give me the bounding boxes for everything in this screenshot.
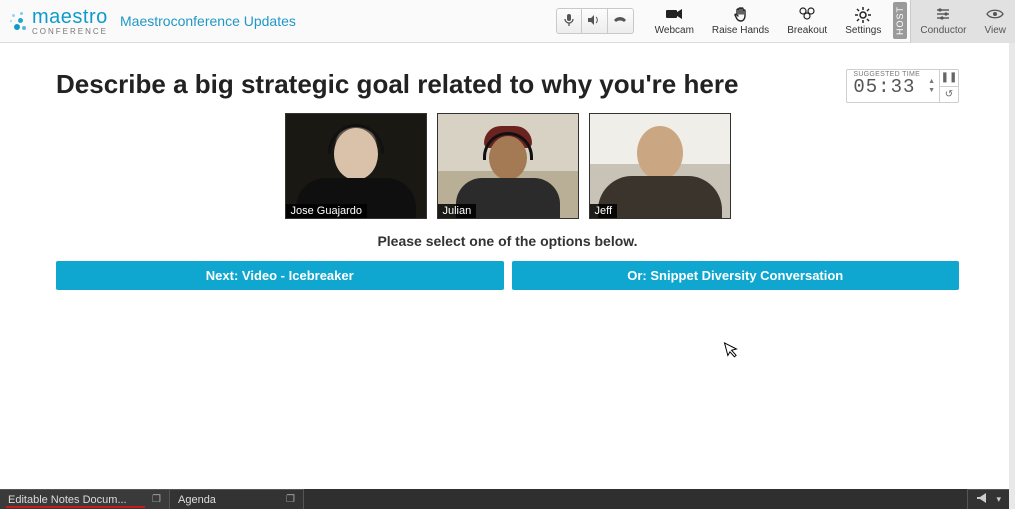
video-tile[interactable]: Jeff <box>589 113 731 219</box>
bottom-bar: Editable Notes Docum... ❐ Agenda ❐ ▾ <box>0 489 1009 509</box>
page-title: Maestroconference Updates <box>120 13 556 29</box>
main-content: Describe a big strategic goal related to… <box>0 43 1015 290</box>
participant-name: Julian <box>438 204 477 218</box>
reset-icon: ↺ <box>945 89 953 100</box>
audio-controls <box>556 8 634 34</box>
gear-icon <box>855 7 871 25</box>
nav-buttons: Next: Video - Icebreaker Or: Snippet Div… <box>56 261 959 290</box>
participant-name: Jose Guajardo <box>286 204 368 218</box>
bottom-announce-button[interactable]: ▾ <box>967 489 1009 509</box>
view-button[interactable]: View <box>976 0 1015 43</box>
brand-logo: maestro CONFERENCE <box>8 6 108 36</box>
bottom-tab-notes[interactable]: Editable Notes Docum... ❐ <box>0 489 170 509</box>
eye-icon <box>986 7 1004 25</box>
video-tile[interactable]: Jose Guajardo <box>285 113 427 219</box>
conductor-label: Conductor <box>920 25 966 36</box>
breakout-label: Breakout <box>787 25 827 36</box>
settings-label: Settings <box>845 25 881 36</box>
conductor-button[interactable]: Conductor <box>911 0 975 43</box>
cursor-icon <box>723 339 742 365</box>
top-actions: Webcam Raise Hands Breakout Settings HOS… <box>646 0 1015 43</box>
speaker-icon <box>587 14 601 29</box>
hangup-button[interactable] <box>608 8 634 34</box>
raise-hands-label: Raise Hands <box>712 25 769 36</box>
webcam-button[interactable]: Webcam <box>646 0 703 43</box>
settings-button[interactable]: Settings <box>836 0 890 43</box>
logo-mark-icon <box>8 12 30 34</box>
window-icon: ❐ <box>286 494 295 505</box>
sliders-icon <box>935 7 951 25</box>
breakout-button[interactable]: Breakout <box>778 0 836 43</box>
bottom-tab-agenda[interactable]: Agenda ❐ <box>170 489 304 509</box>
phone-icon <box>613 14 627 29</box>
timer-value: 05:33 <box>853 78 920 96</box>
chevron-down-icon: ▾ <box>996 494 1001 505</box>
breakout-icon <box>798 7 816 25</box>
window-icon: ❐ <box>152 494 161 505</box>
video-grid: Jose Guajardo Julian Jeff <box>56 113 959 219</box>
raise-hand-icon <box>733 7 749 25</box>
raise-hands-button[interactable]: Raise Hands <box>703 0 778 43</box>
bottom-tab-label: Editable Notes Docum... <box>8 494 127 506</box>
view-label: View <box>985 25 1007 36</box>
timer-down-icon[interactable]: ▼ <box>928 86 935 95</box>
or-button[interactable]: Or: Snippet Diversity Conversation <box>512 261 960 290</box>
select-prompt: Please select one of the options below. <box>56 233 959 249</box>
next-button[interactable]: Next: Video - Icebreaker <box>56 261 504 290</box>
top-bar: maestro CONFERENCE Maestroconference Upd… <box>0 0 1015 43</box>
video-tile[interactable]: Julian <box>437 113 579 219</box>
timer-reset-button[interactable]: ↺ <box>940 86 958 103</box>
pause-icon: ❚❚ <box>941 72 958 83</box>
host-actions: Conductor View <box>910 0 1015 43</box>
mic-icon <box>563 13 575 30</box>
webcam-label: Webcam <box>655 25 694 36</box>
participant-name: Jeff <box>590 204 618 218</box>
mic-button[interactable] <box>556 8 582 34</box>
timer-widget: SUGGESTED TIME 05:33 ▲ ▼ ❚❚ ↺ <box>846 69 959 103</box>
speaker-button[interactable] <box>582 8 608 34</box>
host-badge: HOST <box>893 2 907 39</box>
bottom-tab-label: Agenda <box>178 494 216 506</box>
brand-name: maestro <box>32 6 108 29</box>
timer-pause-button[interactable]: ❚❚ <box>940 70 958 86</box>
timer-up-icon[interactable]: ▲ <box>928 77 935 86</box>
megaphone-icon <box>976 492 990 507</box>
question-title: Describe a big strategic goal related to… <box>56 69 826 100</box>
webcam-icon <box>665 7 683 25</box>
